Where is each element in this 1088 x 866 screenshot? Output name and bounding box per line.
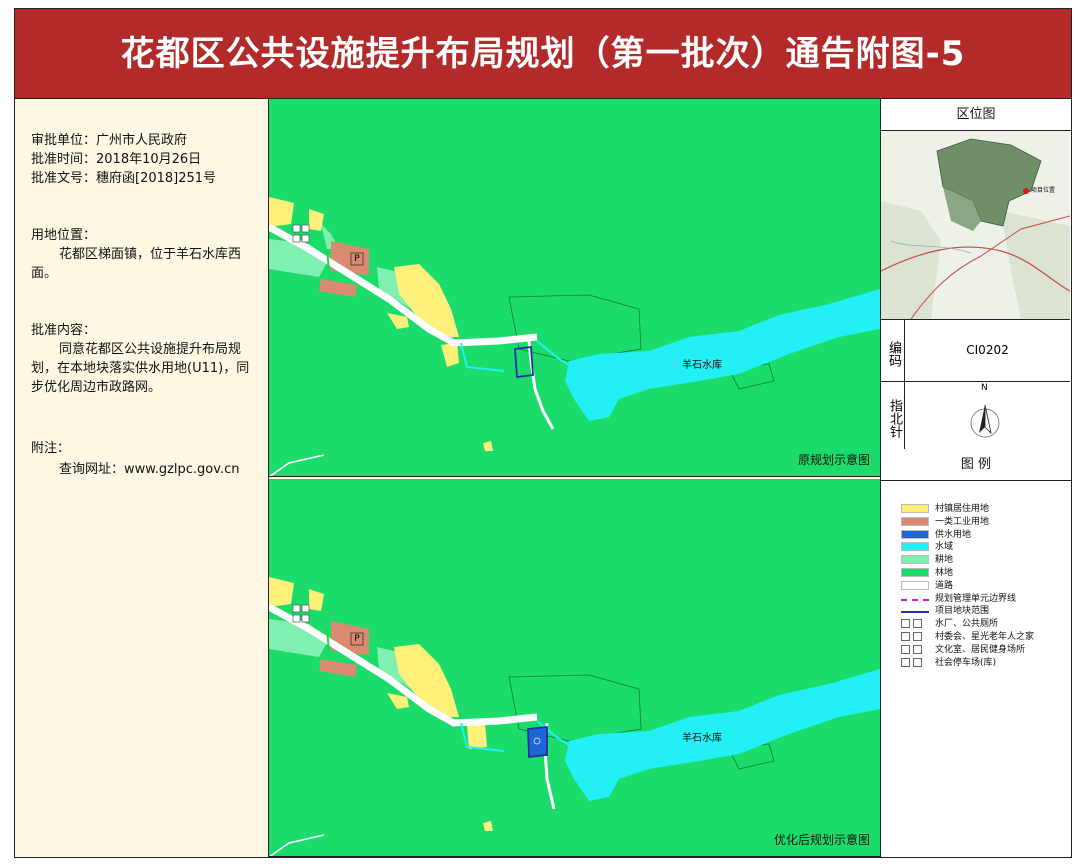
info-panel: 审批单位：广州市人民政府 批准时间：2018年10月26日 批准文号：穗府函[2… — [15, 99, 269, 857]
map-area: P 羊石水库 原规划示意图 P 羊石水库 优化后规划示意图 — [269, 99, 880, 857]
optimized-plan-label: 优化后规划示意图 — [773, 833, 870, 847]
note-label: 附注： — [31, 441, 71, 456]
legend-label: 村委会、星光老年人之家 — [935, 632, 1035, 642]
reservoir-label: 羊石水库 — [682, 733, 722, 744]
note-text: 查询网址：www.gzlpc.gov.cn — [59, 462, 240, 477]
legend-label: 村镇居住用地 — [935, 504, 990, 514]
approval-time: 批准时间：2018年10月26日 — [31, 152, 202, 167]
legend-swatch — [901, 542, 929, 552]
legend-swatch — [901, 632, 922, 641]
location-map[interactable]: 项目位置 — [881, 131, 1070, 320]
original-plan-label: 原规划示意图 — [797, 453, 870, 467]
legend-swatch — [901, 619, 922, 629]
parking-symbol: P — [354, 634, 360, 644]
legend-swatch — [901, 580, 929, 590]
original-map-graphic — [269, 99, 880, 476]
content-label: 批准内容： — [31, 323, 97, 338]
legend-label: 供水用地 — [935, 529, 972, 540]
legend-swatch — [901, 657, 922, 667]
legend-label: 水域 — [935, 542, 954, 553]
legend-label: 文化室、居民健身场所 — [935, 644, 1026, 655]
north-label: 指北针 — [881, 381, 905, 449]
code-label: 编码 — [881, 319, 905, 381]
legend-swatch — [901, 598, 929, 601]
legend-label: 项目地块范围 — [935, 606, 990, 617]
legend-swatch — [901, 555, 929, 565]
legend-title: 图 例 — [881, 449, 1071, 481]
legend: 村镇居住用地 一类工业用地 供水用地水域耕地林地道路规划管理单元边界线 项目地块范围水… — [881, 481, 1070, 857]
code-value: CI0202 — [966, 343, 1009, 357]
legend-swatch — [901, 516, 929, 526]
legend-label: 一类工业用地 — [935, 516, 990, 527]
legend-label: 林地 — [935, 568, 954, 578]
side-panel: 区位图 项目位置 编码 CI0202 指北针 N 图 例 村镇居住用地 一类工业… — [880, 99, 1071, 857]
location-map-graphic — [881, 131, 1070, 319]
legend-swatch — [901, 529, 929, 539]
content-text: 同意花都区公共设施提升布局规划，在本地块落实供水用地(U11)，同步优化周边市政… — [31, 342, 250, 395]
original-plan-map[interactable]: P 羊石水库 原规划示意图 — [269, 99, 880, 477]
legend-swatch — [901, 568, 929, 577]
north-arrow-icon — [970, 404, 1000, 438]
reservoir-label: 羊石水库 — [682, 360, 722, 371]
legend-label: 社会停车场(库) — [935, 657, 997, 668]
title-bar: 花都区公共设施提升布局规划（第一批次）通告附图-5 — [15, 9, 1071, 99]
map-sheet: 花都区公共设施提升布局规划（第一批次）通告附图-5 审批单位：广州市人民政府 批… — [14, 8, 1072, 858]
optimized-map-graphic — [269, 479, 880, 856]
north-row: 指北针 N — [881, 381, 1070, 450]
legend-label: 水厂、公共厕所 — [935, 619, 999, 630]
approval-doc: 批准文号：穗府函[2018]251号 — [31, 171, 217, 186]
legend-label: 耕地 — [935, 555, 954, 566]
north-letter: N — [981, 383, 988, 393]
code-row: 编码 CI0202 — [881, 319, 1070, 382]
legend-swatch — [901, 504, 929, 513]
parking-symbol: P — [354, 254, 360, 264]
location-label: 用地位置： — [31, 228, 97, 243]
optimized-plan-map[interactable]: P 羊石水库 优化后规划示意图 — [269, 479, 880, 857]
legend-swatch — [901, 644, 922, 654]
legend-label: 道路 — [935, 580, 954, 591]
legend-swatch — [901, 611, 929, 614]
page-title: 花都区公共设施提升布局规划（第一批次）通告附图-5 — [120, 34, 966, 74]
legend-label: 规划管理单元边界线 — [935, 593, 1017, 604]
location-marker-label: 项目位置 — [1031, 187, 1056, 194]
approval-unit: 审批单位：广州市人民政府 — [31, 133, 188, 148]
location-text: 花都区梯面镇，位于羊石水库西面。 — [31, 247, 242, 281]
location-map-title: 区位图 — [881, 99, 1071, 131]
